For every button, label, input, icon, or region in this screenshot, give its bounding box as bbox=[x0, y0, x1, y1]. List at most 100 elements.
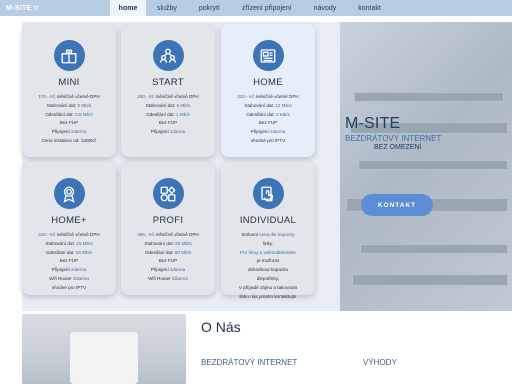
plan-detail-line: Stahování dat: 12 Mb/s bbox=[221, 102, 315, 111]
plan-name: HOME+ bbox=[51, 215, 87, 226]
plan-card-profi[interactable]: PROFI 495,- Kč měsíčně včetně DPH Stahová… bbox=[121, 162, 215, 295]
plan-detail-line: Stahování dat: 6 Mb/s bbox=[121, 102, 215, 111]
plan-detail-text: Wifi Router bbox=[148, 275, 173, 281]
network-switch-photo bbox=[340, 22, 512, 311]
plan-detail-highlight: Pro firmy a velkoodběratele bbox=[240, 249, 296, 255]
plan-detail-line: Wifi Router Zdarma bbox=[22, 275, 116, 284]
brand-tagline-1: BEZDRÁTOVÝ INTERNET bbox=[345, 134, 442, 143]
plan-details: Smluvní cena dle kapacity linky. Pro firmy… bbox=[221, 231, 315, 301]
router-photo bbox=[22, 314, 186, 384]
plan-detail-text: měsíčně včetně DPH bbox=[154, 94, 199, 99]
plan-detail-text: Bez FUP bbox=[258, 120, 278, 126]
plan-detail-text: měsíčně včetně DPH bbox=[55, 232, 100, 237]
router-image bbox=[70, 332, 138, 384]
plan-detail-highlight: 0,5 Mb/s bbox=[75, 111, 93, 117]
plan-card-home-plus[interactable]: HOME+ 410,- Kč měsíčně včetně DPH Stahová… bbox=[22, 162, 116, 295]
plan-details: 170,- Kč měsíčně včetně DPH Stahování dat… bbox=[22, 93, 116, 146]
plan-detail-text: Bez FUP bbox=[158, 258, 178, 264]
nav-item-kontakt[interactable]: kontakt bbox=[347, 0, 392, 16]
plan-detail-line: Cena instalace od: 1300Kč bbox=[22, 137, 116, 146]
plan-detail-line: Stahování dat: 5 Mb/s bbox=[22, 102, 116, 111]
plan-detail-text: Připojení bbox=[51, 129, 72, 135]
plan-card-individual[interactable]: INDIVIDUAL Smluvní cena dle kapacity link… bbox=[221, 162, 315, 299]
newspaper-icon bbox=[252, 40, 284, 71]
plan-detail-text: Stahování dat: bbox=[145, 102, 177, 108]
site-logo[interactable]: M-SITE ▽ bbox=[0, 0, 110, 16]
plan-detail-line: Připojení zdarma bbox=[22, 128, 116, 137]
plan-detail-text: měsíčně včetně DPH bbox=[254, 94, 299, 99]
plan-detail-line: Připojení zdarma bbox=[221, 128, 315, 137]
plan-detail-line: Stahování dat: 15 Mb/s bbox=[22, 240, 116, 249]
brand-block: M-SITE BEZDRÁTOVÝ INTERNET BEZ OMEZENÍ bbox=[345, 115, 495, 151]
plan-card-home[interactable]: HOME 330,- Kč měsíčně včetně DPH Stahován… bbox=[221, 24, 315, 157]
plan-detail-line: linky. bbox=[221, 240, 315, 249]
plan-detail-text: dohodnout kapacitu bbox=[247, 267, 289, 273]
plan-name: HOME bbox=[253, 77, 283, 88]
plan-detail-line: Bez FUP bbox=[221, 119, 315, 128]
plan-detail-text: Odesílání dat: bbox=[246, 111, 277, 117]
plan-detail-highlight: 60 Mb/s bbox=[175, 240, 192, 246]
plan-detail-highlight: 495,- Kč bbox=[137, 232, 155, 237]
plan-name: MINI bbox=[58, 77, 80, 88]
plan-details: 260,- Kč měsíčně včetně DPH Stahování dat… bbox=[121, 93, 215, 137]
plan-detail-text: Bez FUP bbox=[59, 258, 79, 264]
plan-detail-highlight: 6 Mb/s bbox=[176, 102, 191, 108]
logo-text: M-SITE bbox=[6, 4, 32, 12]
plan-detail-line: Připojení zdarma bbox=[22, 266, 116, 275]
plan-detail-line: Bez FUP bbox=[121, 119, 215, 128]
about-subtitle-internet: BEZDRÁTOVÝ INTERNET bbox=[201, 358, 298, 367]
plan-detail-highlight: 1 Mb/s bbox=[176, 111, 190, 117]
plan-detail-highlight: Zdarma bbox=[172, 275, 188, 281]
gift-icon bbox=[53, 40, 85, 71]
about-title: O Nás bbox=[201, 319, 241, 335]
plan-detail-highlight: zdarma bbox=[170, 129, 186, 135]
plan-detail-text: linky. bbox=[262, 240, 274, 246]
plan-card-start[interactable]: START 260,- Kč měsíčně včetně DPH Stahová… bbox=[121, 24, 215, 157]
contact-button[interactable]: KONTAKT bbox=[361, 194, 433, 216]
plan-detail-text: vhodné pro IPTV bbox=[51, 284, 87, 290]
plan-detail-text: Wifi Router bbox=[49, 275, 74, 281]
users-icon bbox=[152, 40, 184, 71]
nav-item-zrizeni-pripojeni[interactable]: zřízení připojení bbox=[231, 0, 303, 16]
nav-item-sluzby[interactable]: služby bbox=[146, 0, 188, 16]
plan-card-mini[interactable]: MINI 170,- Kč měsíčně včetně DPH Stahován… bbox=[22, 24, 116, 157]
plan-detail-highlight: 25 Mb/s bbox=[75, 249, 93, 255]
plan-details: 495,- Kč měsíčně včetně DPH Stahování dat… bbox=[121, 231, 215, 284]
plan-detail-line: Stahování dat: 60 Mb/s bbox=[121, 240, 215, 249]
plan-detail-text: dlepotřeby. bbox=[256, 275, 280, 281]
plan-detail-text: Připojení bbox=[150, 267, 171, 273]
plan-name: PROFI bbox=[152, 215, 184, 226]
plan-detail-line: je možnost bbox=[221, 257, 315, 266]
brand-tagline-2: BEZ OMEZENÍ bbox=[374, 144, 422, 151]
plan-detail-line: 410,- Kč měsíčně včetně DPH bbox=[22, 231, 116, 240]
touch-icon bbox=[252, 178, 284, 209]
about-subtitle-vyhody: VÝHODY bbox=[363, 358, 397, 367]
plan-detail-line: V případě zájmu o takovouto bbox=[221, 284, 315, 293]
plan-detail-text: vhodné pro IPTV bbox=[250, 137, 286, 143]
plan-detail-highlight: 330,- Kč bbox=[237, 94, 255, 99]
nav-item-home[interactable]: home bbox=[110, 0, 146, 16]
plan-detail-highlight: 60 Mb/s bbox=[174, 249, 192, 255]
plan-details: 330,- Kč měsíčně včetně DPH Stahování dat… bbox=[221, 93, 315, 146]
plan-detail-line: 495,- Kč měsíčně včetně DPH bbox=[121, 231, 215, 240]
nav-item-pokryti[interactable]: pokrytí bbox=[188, 0, 231, 16]
plan-detail-highlight: 5 Mb/s bbox=[77, 102, 92, 108]
plan-detail-line: 330,- Kč měsíčně včetně DPH bbox=[221, 93, 315, 102]
plan-detail-line: Bez FUP bbox=[22, 119, 116, 128]
plan-detail-text: Připojení bbox=[150, 129, 171, 135]
plan-detail-highlight: 15 Mb/s bbox=[76, 240, 93, 246]
plan-detail-text: Bez FUP bbox=[59, 120, 79, 126]
plan-detail-text: měsíčně včetně DPH bbox=[154, 232, 199, 237]
plan-detail-text: Odesílání dat: bbox=[45, 249, 76, 255]
plan-detail-line: Odesílání dat: 25 Mb/s bbox=[22, 249, 116, 258]
plan-detail-line: 170,- Kč měsíčně včetně DPH bbox=[22, 93, 116, 102]
plan-name: START bbox=[152, 77, 184, 88]
nav-item-navody[interactable]: návody bbox=[303, 0, 348, 16]
plan-detail-text: Cena instalace od: 1300Kč bbox=[41, 137, 97, 143]
plan-detail-highlight: zdarma bbox=[71, 267, 87, 273]
shapes-icon bbox=[152, 178, 184, 209]
plan-detail-line: dohodnout kapacitu bbox=[221, 266, 315, 275]
plan-detail-text: Stahování dat: bbox=[244, 102, 276, 108]
plan-detail-line: Odesílání dat: 1 Mb/s bbox=[121, 111, 215, 120]
plan-detail-text: je možnost bbox=[256, 258, 280, 264]
